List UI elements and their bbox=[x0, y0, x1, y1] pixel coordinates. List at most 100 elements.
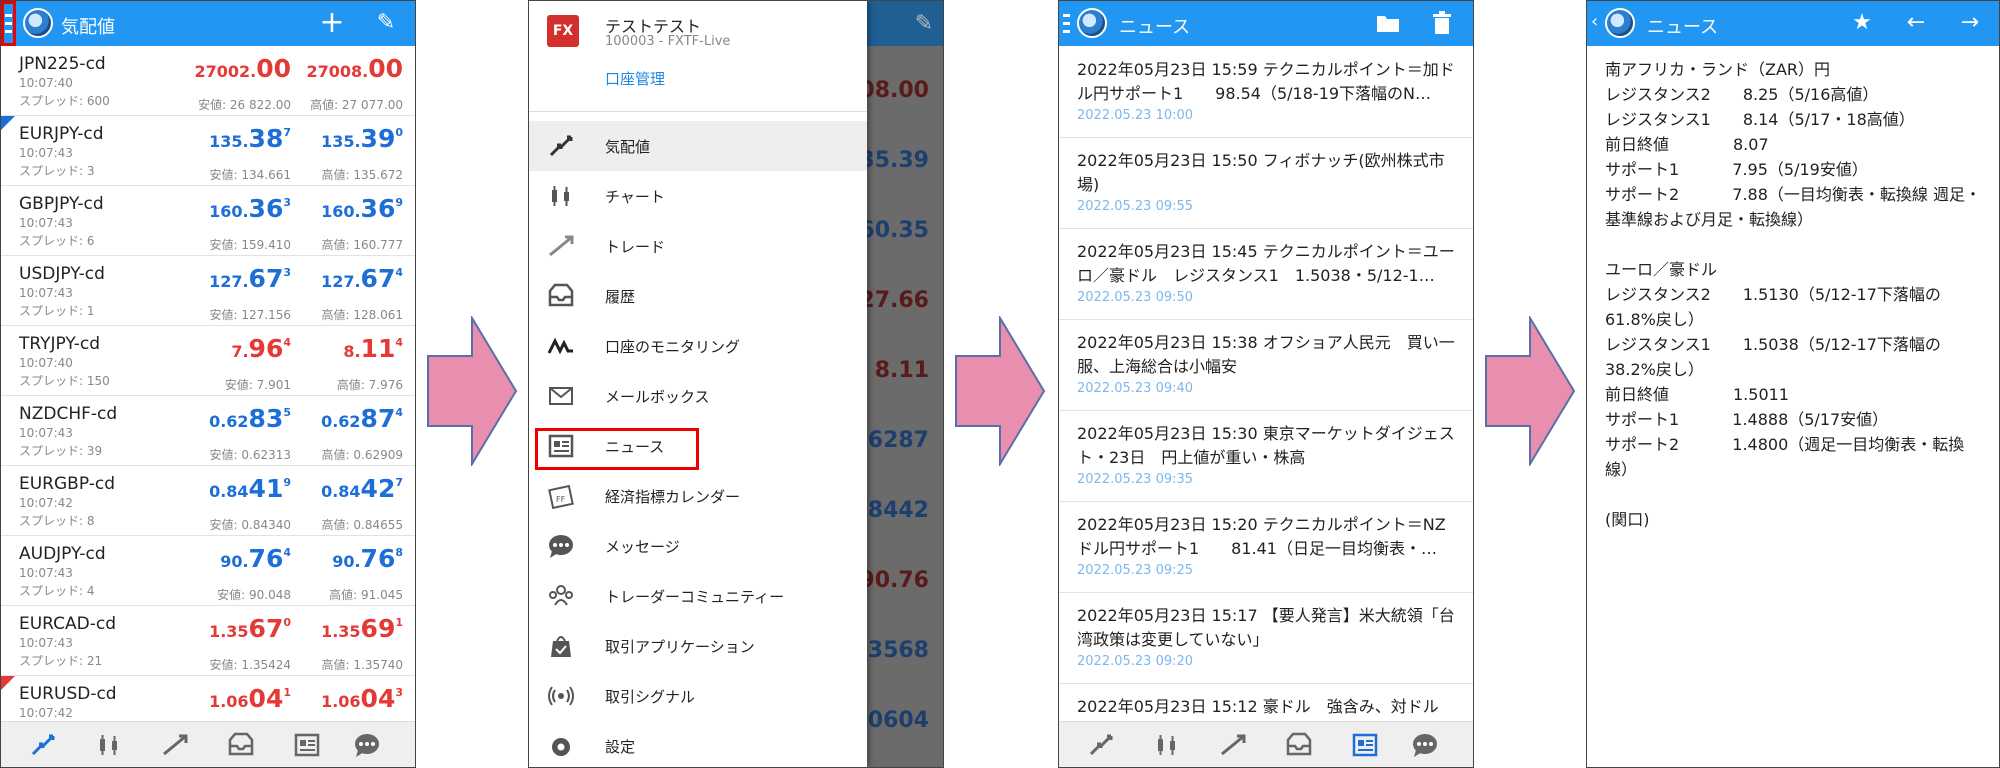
spread-value: スプレッド: 600 bbox=[19, 94, 110, 108]
messages-nav-icon[interactable] bbox=[353, 732, 381, 758]
price-down-indicator bbox=[1, 676, 15, 690]
symbol-name: NZDCHF-cd bbox=[19, 404, 118, 424]
bid-price: 1.35670 bbox=[209, 614, 291, 643]
news-highlight-box bbox=[535, 428, 699, 470]
bid-price: 127.673 bbox=[209, 264, 291, 293]
high-price: 高値: 7.976 bbox=[336, 378, 403, 392]
bid-price: 1.06041 bbox=[209, 684, 291, 713]
menu-icon[interactable] bbox=[1063, 14, 1070, 34]
history-nav-icon[interactable] bbox=[1285, 732, 1313, 758]
spread-value: スプレッド: 21 bbox=[19, 654, 103, 668]
page-title: ニュース bbox=[1119, 17, 1191, 38]
news-item[interactable]: 2022年05月23日 15:38 オフショア人民元 買い一服、上海総合は小幅安… bbox=[1059, 319, 1473, 411]
ask-price: 0.84427 bbox=[321, 474, 403, 503]
menu-item-signals[interactable]: 取引シグナル bbox=[529, 671, 867, 721]
news-item[interactable]: 2022年05月23日 15:45 テクニカルポイント＝ユーロ／豪ドル レジスタ… bbox=[1059, 228, 1473, 320]
menu-item-messages[interactable]: メッセージ bbox=[529, 521, 867, 571]
quotes-nav-icon[interactable] bbox=[1087, 732, 1115, 758]
quotes-nav-icon[interactable] bbox=[29, 732, 57, 758]
bid-price: 0.62835 bbox=[209, 404, 291, 433]
delete-icon[interactable] bbox=[1429, 10, 1455, 36]
star-icon[interactable]: ★ bbox=[1849, 10, 1875, 36]
news-article-screen: ‹ ニュース ★ ← → 南アフリカ・ランド（ZAR）円 レジスタンス2 8.2… bbox=[1586, 0, 2000, 768]
menu-item-community[interactable]: トレーダーコミュニティー bbox=[529, 571, 867, 621]
symbol-name: EURGBP-cd bbox=[19, 474, 115, 494]
news-item[interactable]: 2022年05月23日 15:12 豪ドル 強含み、対ドル bbox=[1059, 683, 1473, 721]
news-date: 2022.05.23 09:20 bbox=[1077, 654, 1194, 669]
edit-icon[interactable]: ✎ bbox=[373, 10, 399, 36]
bid-price: 0.84419 bbox=[209, 474, 291, 503]
next-arrow-icon[interactable]: → bbox=[1957, 10, 1983, 36]
history-nav-icon[interactable] bbox=[227, 732, 255, 758]
news-nav-icon[interactable] bbox=[1351, 732, 1379, 758]
menu-item-history[interactable]: 履歴 bbox=[529, 271, 867, 321]
trade-nav-icon[interactable] bbox=[1219, 732, 1247, 758]
quote-row[interactable]: GBPJPY-cd 10:07:43 スプレッド: 6 160.363 160.369 安… bbox=[1, 186, 415, 256]
news-nav-icon[interactable] bbox=[293, 732, 321, 758]
quote-row[interactable]: AUDJPY-cd 10:07:43 スプレッド: 4 90.764 90.768 安値:… bbox=[1, 536, 415, 606]
menu-item-label: 履歴 bbox=[605, 288, 636, 306]
menu-item-label: 口座のモニタリング bbox=[605, 338, 741, 356]
low-price: 安値: 0.62313 bbox=[209, 448, 291, 462]
quote-time: 10:07:43 bbox=[19, 146, 73, 160]
quote-row[interactable]: USDJPY-cd 10:07:43 スプレッド: 1 127.673 127.674 安… bbox=[1, 256, 415, 326]
menu-item-label: トレーダーコミュニティー bbox=[605, 588, 785, 606]
high-price: 高値: 128.061 bbox=[321, 308, 403, 322]
menu-item-mailbox[interactable]: メールボックス bbox=[529, 371, 867, 421]
news-date: 2022.05.23 09:35 bbox=[1077, 472, 1194, 487]
news-item[interactable]: 2022年05月23日 15:59 テクニカルポイント＝加ドル円サポート1 98… bbox=[1059, 46, 1473, 138]
news-title: 2022年05月23日 15:59 テクニカルポイント＝加ドル円サポート1 98… bbox=[1077, 60, 1455, 103]
add-icon[interactable]: + bbox=[319, 8, 345, 38]
previous-arrow-icon[interactable]: ← bbox=[1903, 10, 1929, 36]
ask-price: 0.62874 bbox=[321, 404, 403, 433]
high-price: 高値: 0.62909 bbox=[321, 448, 403, 462]
chart-nav-icon[interactable] bbox=[95, 732, 123, 758]
quote-row[interactable]: EURJPY-cd 10:07:43 スプレッド: 3 135.387 135.390 安… bbox=[1, 116, 415, 186]
news-date: 2022.05.23 10:00 bbox=[1077, 108, 1194, 123]
menu-item-trade[interactable]: トレード bbox=[529, 221, 867, 271]
high-price: 高値: 160.777 bbox=[321, 238, 403, 252]
quote-row[interactable]: EURUSD-cd 10:07:42 1.06041 1.06043 bbox=[1, 676, 415, 721]
news-item[interactable]: 2022年05月23日 15:20 テクニカルポイント＝NZドル円サポート1 8… bbox=[1059, 501, 1473, 593]
low-price: 安値: 90.048 bbox=[217, 588, 291, 602]
symbol-name: AUDJPY-cd bbox=[19, 544, 106, 564]
quote-row[interactable]: NZDCHF-cd 10:07:43 スプレッド: 39 0.62835 0.62874… bbox=[1, 396, 415, 466]
quote-time: 10:07:43 bbox=[19, 216, 73, 230]
menu-item-monitoring[interactable]: 口座のモニタリング bbox=[529, 321, 867, 371]
flow-arrow-3 bbox=[1485, 316, 1576, 466]
ask-price: 1.35691 bbox=[321, 614, 403, 643]
quote-row[interactable]: EURGBP-cd 10:07:42 スプレッド: 8 0.84419 0.84427 安… bbox=[1, 466, 415, 536]
symbol-name: GBPJPY-cd bbox=[19, 194, 104, 214]
top-bar: ‹ ニュース ★ ← → bbox=[1587, 1, 1999, 46]
quote-time: 10:07:42 bbox=[19, 706, 73, 720]
menu-icon[interactable] bbox=[5, 14, 12, 34]
menu-item-label: 設定 bbox=[605, 738, 636, 756]
community-icon bbox=[549, 585, 573, 606]
account-management-link[interactable]: 口座管理 bbox=[605, 68, 665, 89]
bid-price: 160.363 bbox=[209, 194, 291, 223]
top-bar: 気配値 + ✎ bbox=[1, 1, 415, 46]
news-item[interactable]: 2022年05月23日 15:50 フィボナッチ(欧州株式市場) 2022.05.… bbox=[1059, 137, 1473, 229]
menu-item-settings[interactable]: 設定 bbox=[529, 721, 867, 767]
page-title: ニュース bbox=[1647, 17, 1719, 38]
back-chevron-icon[interactable]: ‹ bbox=[1591, 11, 1598, 32]
chart-nav-icon[interactable] bbox=[1153, 732, 1181, 758]
news-item[interactable]: 2022年05月23日 15:17 【要人発言】米大統領「台湾政策は変更していな… bbox=[1059, 592, 1473, 684]
menu-item-calendar[interactable]: FF 経済指標カレンダー bbox=[529, 471, 867, 521]
menu-item-quotes[interactable]: 気配値 bbox=[529, 121, 867, 171]
quote-row[interactable]: EURCAD-cd 10:07:43 スプレッド: 21 1.35670 1.35691… bbox=[1, 606, 415, 676]
history-icon bbox=[548, 283, 574, 307]
quote-row[interactable]: TRYJPY-cd 10:07:40 スプレッド: 150 7.964 8.114 安値:… bbox=[1, 326, 415, 396]
folder-icon[interactable] bbox=[1375, 10, 1401, 36]
menu-item-chart[interactable]: チャート bbox=[529, 171, 867, 221]
messages-nav-icon[interactable] bbox=[1411, 732, 1439, 758]
trade-icon bbox=[549, 235, 574, 257]
quote-row[interactable]: JPN225-cd 10:07:40 スプレッド: 600 27002.00 27008… bbox=[1, 46, 415, 116]
symbol-name: EURUSD-cd bbox=[19, 684, 117, 704]
news-item[interactable]: 2022年05月23日 15:30 東京マーケットダイジェスト・23日 円上値が… bbox=[1059, 410, 1473, 502]
trade-nav-icon[interactable] bbox=[161, 732, 189, 758]
low-price: 安値: 7.901 bbox=[224, 378, 291, 392]
menu-item-trading-apps[interactable]: 取引アプリケーション bbox=[529, 621, 867, 671]
account-number: 100003 - FXTF-Live bbox=[605, 34, 731, 49]
quote-list: JPN225-cd 10:07:40 スプレッド: 600 27002.00 27008… bbox=[1, 46, 415, 721]
